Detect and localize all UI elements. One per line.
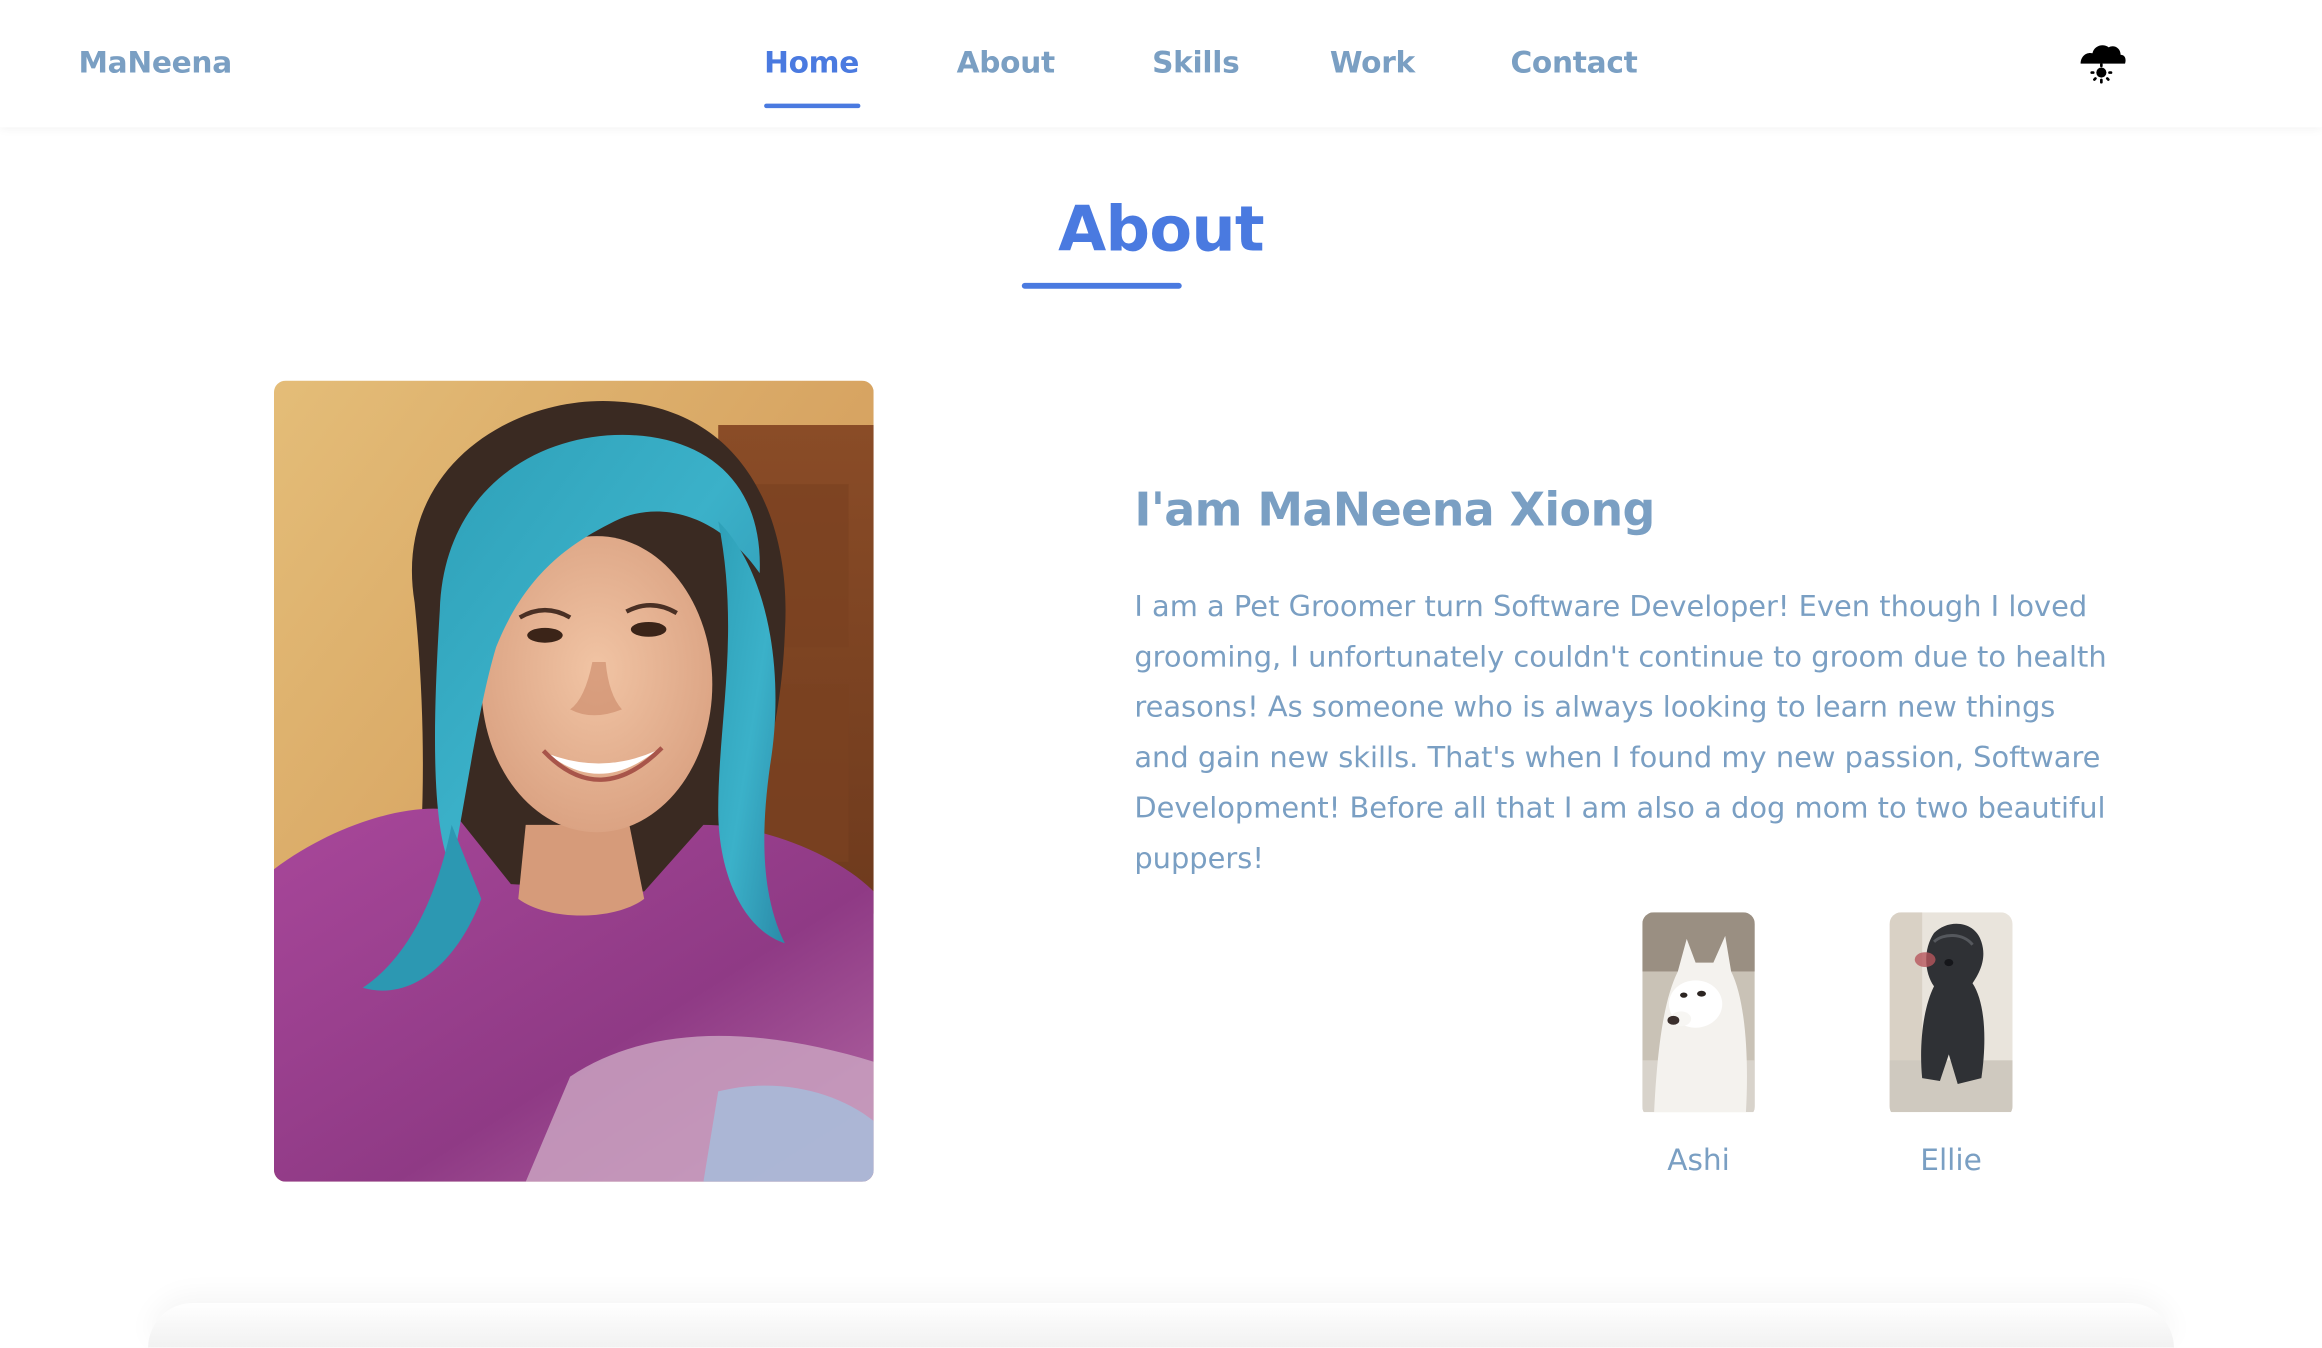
nav-link-contact[interactable]: Contact <box>1510 44 1637 80</box>
dog-name-ashi: Ashi <box>1667 1141 1730 1178</box>
nav-link-work[interactable]: Work <box>1330 44 1415 80</box>
theme-toggle-button[interactable] <box>2072 39 2131 92</box>
site-header: MaNeena Home About Skills Work Contact <box>0 0 2322 128</box>
weather-sun-cloud-icon <box>2080 45 2126 84</box>
nav-link-about[interactable]: About <box>957 44 1056 80</box>
dog-name-ellie: Ellie <box>1920 1141 1982 1178</box>
about-description: I am a Pet Groomer turn Software Develop… <box>1134 589 2107 876</box>
nav-link-home[interactable]: Home <box>764 44 859 80</box>
dog-photo-ellie <box>1889 912 2013 1118</box>
profile-photo <box>273 380 874 1182</box>
page: MaNeena Home About Skills Work Contact A… <box>0 0 2322 1348</box>
section-title: About <box>1058 192 1264 266</box>
next-section-edge <box>148 1303 2174 1348</box>
nav-link-skills[interactable]: Skills <box>1152 44 1240 80</box>
section-title-underline <box>1021 282 1182 289</box>
main-nav: Home About Skills Work Contact <box>0 44 2322 109</box>
dog-card-ellie: Ellie <box>1889 912 2013 1177</box>
dog-photo-ashi <box>1642 912 1755 1118</box>
active-nav-indicator <box>764 103 861 109</box>
about-heading: I'am MaNeena Xiong <box>1134 484 1655 538</box>
dog-card-ashi: Ashi <box>1642 912 1755 1177</box>
